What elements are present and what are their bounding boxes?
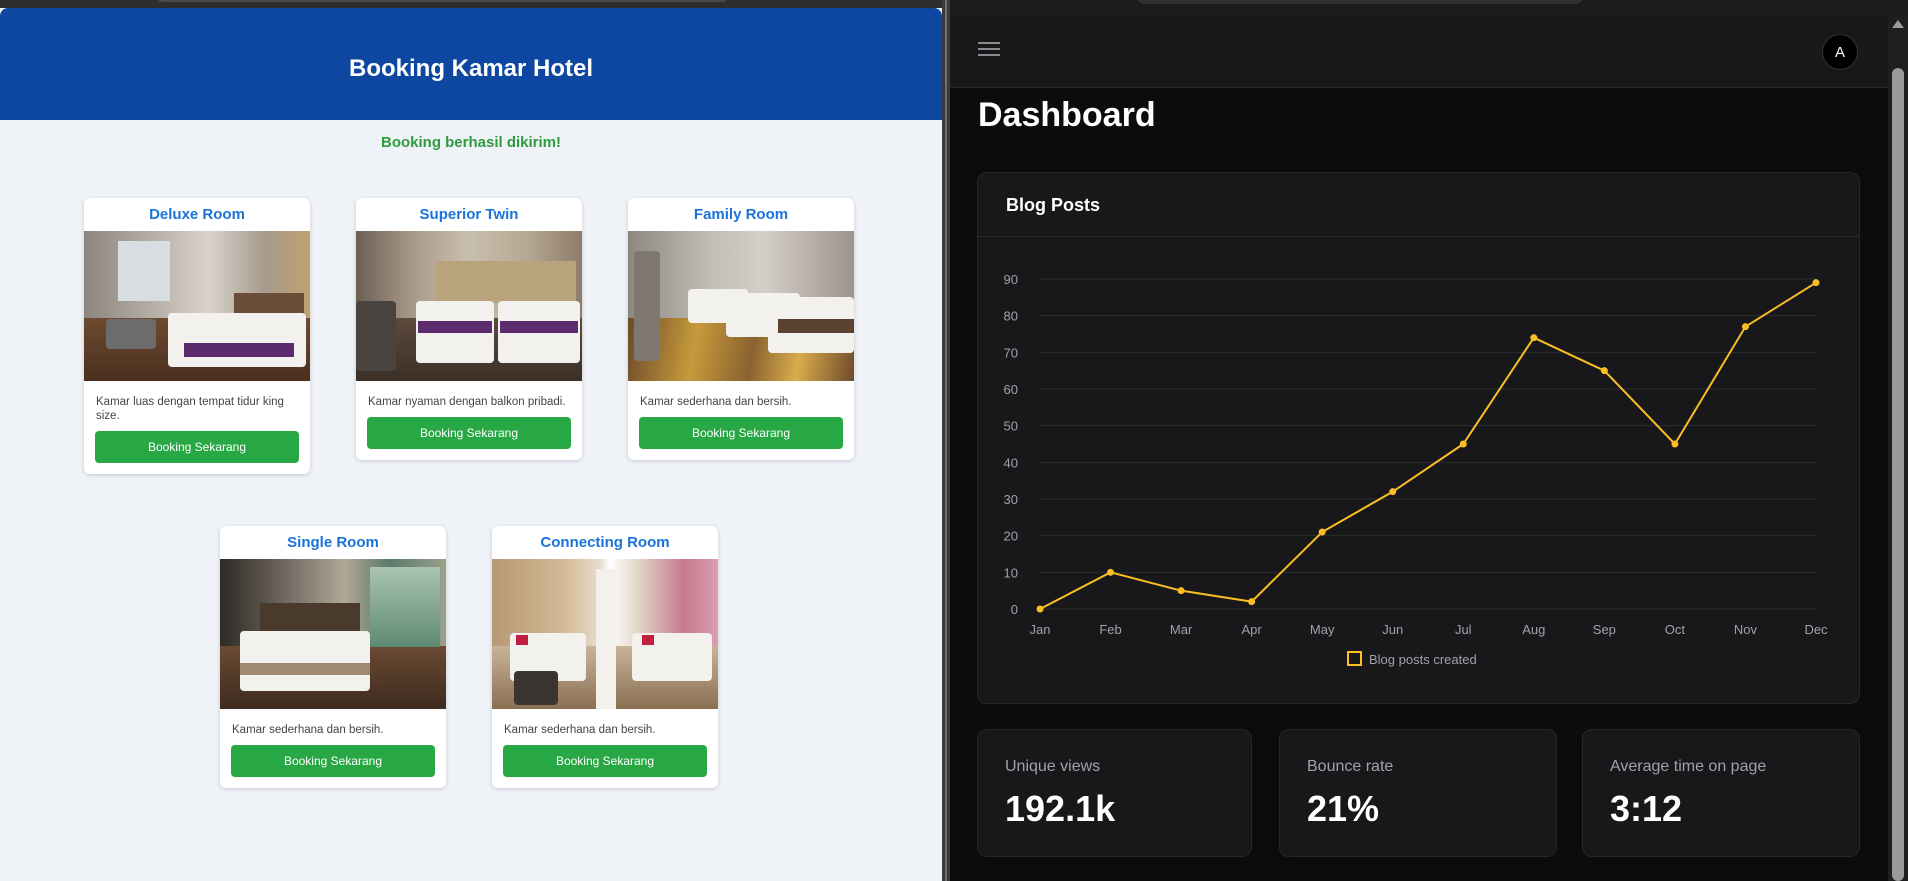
chart-card-title: Blog Posts [1006,195,1101,215]
dashboard-header: A [950,16,1888,88]
room-description: Kamar sederhana dan bersih. [640,396,792,408]
series-line [1039,281,1817,610]
hotel-header: Booking Kamar Hotel [0,8,942,120]
booking-button-superior-twin[interactable]: Booking Sekarang [367,417,571,449]
y-tick-label: 10 [1004,565,1018,580]
room-card-deluxe: Deluxe Room Kamar luas dengan tempat tid… [84,198,310,474]
scroll-up-arrow-icon[interactable] [1892,20,1904,28]
x-tick-label: Feb [1099,622,1121,637]
room-name: Connecting Room [540,534,670,551]
window-divider[interactable] [942,0,950,881]
room-description: Kamar sederhana dan bersih. [504,724,656,736]
x-tick-label: Apr [1242,622,1263,637]
room-name: Family Room [693,206,789,223]
room-image-single [220,559,446,709]
x-tick-label: Sep [1593,622,1616,637]
data-point [1177,587,1185,595]
y-tick-label: 30 [1004,492,1018,507]
x-tick-label: May [1310,622,1335,637]
x-tick-label: Jul [1455,622,1472,637]
room-name: Single Room [287,534,379,551]
y-tick-label: 50 [1004,419,1018,434]
room-description: Kamar luas dengan tempat tidur king size… [96,396,284,422]
booking-button-deluxe[interactable]: Booking Sekarang [95,431,299,463]
success-message: Booking berhasil dikirim! [380,134,562,151]
stat-value: 192.1k [1005,788,1116,829]
y-tick-label: 40 [1004,455,1018,470]
x-tick-label: Jan [1030,622,1051,637]
booking-button-connecting[interactable]: Booking Sekarang [503,745,707,777]
x-tick-label: Oct [1665,622,1686,637]
data-point [1107,568,1115,576]
data-point [1318,528,1326,536]
data-point [1530,334,1538,342]
y-tick-label: 80 [1004,309,1018,324]
hotel-booking-window: Booking Kamar Hotel Booking berhasil dik… [0,0,942,881]
data-point [1036,605,1044,613]
y-tick-label: 20 [1004,529,1018,544]
room-name: Deluxe Room [149,206,245,223]
y-tick-label: 60 [1004,382,1018,397]
data-point [1671,440,1679,448]
stat-value: 3:12 [1610,788,1683,829]
data-point [1741,323,1749,331]
room-card-superior-twin: Superior Twin Kamar nyaman dengan balkon… [356,198,582,460]
stat-card-unique-views: Unique views 192.1k [977,729,1252,857]
room-image-deluxe [84,231,310,381]
room-description: Kamar nyaman dengan balkon pribadi. [368,396,566,408]
x-tick-label: Nov [1734,622,1758,637]
page-title: Dashboard [978,96,1156,134]
blog-posts-chart: 0 10 20 30 40 50 60 70 80 90 Jan Feb Mar Apr May Jun Jul… [1004,272,1829,667]
room-card-connecting: Connecting Room Kamar sederhana dan bers… [492,526,718,788]
x-tick-label: Jun [1382,622,1403,637]
avatar[interactable]: A [1822,34,1858,70]
stat-label: Unique views [1005,758,1101,775]
right-window-topbar [950,0,1908,16]
stat-label: Bounce rate [1307,758,1394,775]
room-card-family: Family Room Kamar sederhana dan bersih. … [628,198,854,460]
booking-button-single[interactable]: Booking Sekarang [231,745,435,777]
x-tick-label: Dec [1804,622,1828,637]
x-tick-label: Aug [1522,622,1545,637]
booking-button-family[interactable]: Booking Sekarang [639,417,843,449]
scrollbar[interactable] [1888,16,1908,881]
y-tick-label: 0 [1011,602,1018,617]
stat-card-average-time: Average time on page 3:12 [1582,729,1860,857]
room-name: Superior Twin [419,206,519,223]
stat-value: 21% [1307,788,1380,829]
room-image-connecting [492,559,718,709]
x-tick-label: Mar [1170,622,1193,637]
dashboard-window: A Dashboard Blog Posts 0 10 20 30 40 50 60 70 80… [950,0,1908,881]
hamburger-menu-icon[interactable] [978,42,1000,60]
room-card-single: Single Room Kamar sederhana dan bersih. … [220,526,446,788]
data-point [1812,279,1820,287]
legend-label: Blog posts created [1369,652,1477,667]
data-point [1389,488,1397,496]
room-image-superior-twin [356,231,582,381]
stat-card-bounce-rate: Bounce rate 21% [1279,729,1557,857]
data-point [1600,367,1608,375]
data-point [1459,440,1467,448]
room-description: Kamar sederhana dan bersih. [232,724,384,736]
scrollbar-thumb[interactable] [1892,68,1904,881]
blog-posts-chart-card: Blog Posts 0 10 20 30 40 50 60 70 80 90 Jan Feb Mar A… [977,172,1860,704]
data-point [1248,598,1256,606]
y-tick-label: 90 [1004,272,1018,287]
legend-swatch [1347,651,1362,666]
left-window-topbar [0,0,942,8]
stat-label: Average time on page [1610,758,1767,775]
room-image-family [628,231,854,381]
y-tick-label: 70 [1004,345,1018,360]
hotel-title: Booking Kamar Hotel [348,55,594,82]
